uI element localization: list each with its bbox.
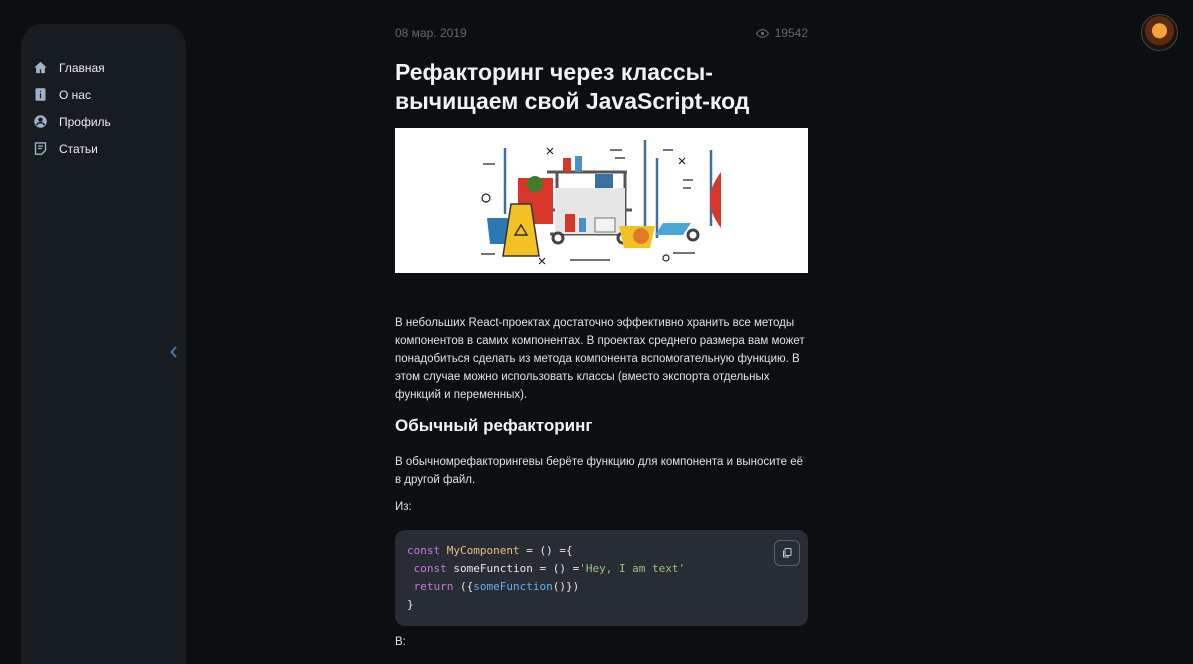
code-function-call: someFunction: [473, 580, 553, 593]
copy-icon: [783, 548, 792, 558]
avatar[interactable]: [1141, 14, 1178, 51]
to-label: В:: [395, 636, 406, 648]
code-text: }: [407, 598, 414, 611]
home-icon: [33, 60, 48, 75]
sidebar-item-label: Главная: [59, 60, 105, 75]
articles-icon: [33, 141, 48, 156]
code-block: const MyComponent = () ={ const someFunc…: [395, 530, 808, 626]
code-text: ()}): [552, 580, 580, 593]
profile-icon: [33, 114, 48, 129]
views-count: 19542: [755, 26, 808, 40]
collapse-sidebar-button[interactable]: [167, 342, 181, 362]
code-keyword: return: [413, 580, 454, 593]
sidebar-item-label: Профиль: [59, 114, 111, 129]
sidebar-item-about[interactable]: О нас: [33, 81, 111, 108]
article-hero-image: [395, 128, 808, 273]
article-title: Рефакторинг через классы- вычищаем свой …: [395, 59, 750, 114]
intro-paragraph: В небольших React-проектах достаточно эф…: [395, 317, 805, 401]
sidebar-item-label: О нас: [59, 87, 91, 102]
code-string: 'Hey, I am text': [579, 562, 686, 575]
eye-icon: [755, 28, 769, 38]
chevron-left-icon: [170, 346, 177, 358]
code-text: ({: [453, 580, 474, 593]
code-text: someFunction = () =: [446, 562, 580, 575]
code-keyword: const: [407, 544, 441, 557]
code-text: = () ={: [519, 544, 573, 557]
section-heading: Обычный рефакторинг: [395, 416, 593, 435]
cleaning-cart-illustration: [481, 140, 721, 265]
article-meta: 08 мар. 2019 19542: [395, 26, 808, 40]
sidebar-nav: Главная О нас Профиль Статьи: [33, 54, 111, 162]
code-component-name: MyComponent: [446, 544, 520, 557]
sidebar-item-profile[interactable]: Профиль: [33, 108, 111, 135]
sidebar-item-articles[interactable]: Статьи: [33, 135, 111, 162]
sidebar-item-label: Статьи: [59, 141, 98, 156]
section-paragraph: В обычномрефакторингевы берёте функцию д…: [395, 456, 804, 486]
article-date: 08 мар. 2019: [395, 26, 467, 40]
from-label: Из:: [395, 501, 412, 513]
views-value: 19542: [774, 26, 808, 40]
copy-code-button[interactable]: [774, 540, 800, 566]
sidebar-item-home[interactable]: Главная: [33, 54, 111, 81]
code-keyword: const: [413, 562, 447, 575]
sidebar: Главная О нас Профиль Статьи: [21, 24, 186, 664]
info-icon: [33, 87, 48, 102]
code-content: const MyComponent = () ={ const someFunc…: [407, 542, 685, 614]
